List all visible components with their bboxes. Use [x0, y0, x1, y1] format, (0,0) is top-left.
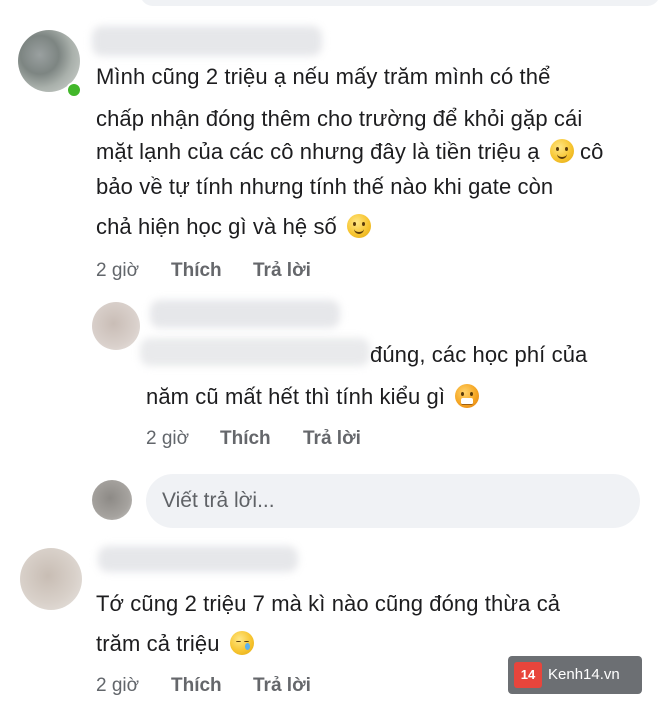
reply-button[interactable]: Trả lời [253, 260, 311, 282]
comment-line: bảo về tự tính nhưng tính thế nào khi ga… [96, 174, 554, 199]
like-button[interactable]: Thích [171, 675, 222, 697]
like-button[interactable]: Thích [171, 260, 222, 282]
kenh14-logo-icon: 14 [514, 662, 542, 688]
blurred-tagged-name [140, 338, 370, 366]
comment-line-with-emoji: trăm cả triệu [96, 623, 254, 665]
comment-line: Tớ cũng 2 triệu 7 mà kì nào cũng đóng th… [96, 591, 561, 616]
previous-reply-input[interactable] [140, 0, 660, 6]
comment-line-with-emoji: chả hiện học gì và hệ số [96, 206, 372, 248]
slightly-smiling-face-icon [549, 139, 574, 163]
slightly-smiling-face-icon [347, 214, 372, 238]
comment-text-fragment: mặt lạnh của các cô nhưng đây là tiền tr… [96, 139, 540, 164]
comment-text-fragment: cô [580, 139, 604, 164]
comment-timestamp[interactable]: 2 giờ [96, 675, 139, 697]
reply-timestamp[interactable]: 2 giờ [146, 428, 189, 450]
blurred-replier-name [150, 300, 340, 328]
comment-line: Mình cũng 2 triệu ạ nếu mấy trăm mình có… [96, 64, 551, 89]
reply-line-with-emoji: năm cũ mất hết thì tính kiểu gì [146, 376, 480, 418]
like-button[interactable]: Thích [220, 428, 271, 450]
replier-avatar[interactable] [92, 302, 140, 350]
sleepy-face-icon [229, 631, 254, 655]
reply-button[interactable]: Trả lời [303, 428, 361, 450]
comment-text-fragment: chả hiện học gì và hệ số [96, 214, 337, 239]
comment-timestamp[interactable]: 2 giờ [96, 260, 139, 282]
blurred-commenter-name [92, 26, 322, 56]
comment-text-fragment: trăm cả triệu [96, 631, 220, 656]
reply-line: đúng, các học phí của [370, 342, 588, 367]
commenter-avatar[interactable] [20, 548, 82, 610]
steam-from-nose-face-icon [455, 384, 480, 408]
reply-text-fragment: năm cũ mất hết thì tính kiểu gì [146, 384, 446, 409]
watermark-text: Kenh14.vn [548, 666, 620, 683]
current-user-avatar [92, 480, 132, 520]
blurred-commenter-name [98, 546, 298, 572]
online-status-indicator [66, 82, 82, 98]
reply-input-placeholder[interactable]: Viết trả lời... [162, 489, 275, 513]
reply-button[interactable]: Trả lời [253, 675, 311, 697]
